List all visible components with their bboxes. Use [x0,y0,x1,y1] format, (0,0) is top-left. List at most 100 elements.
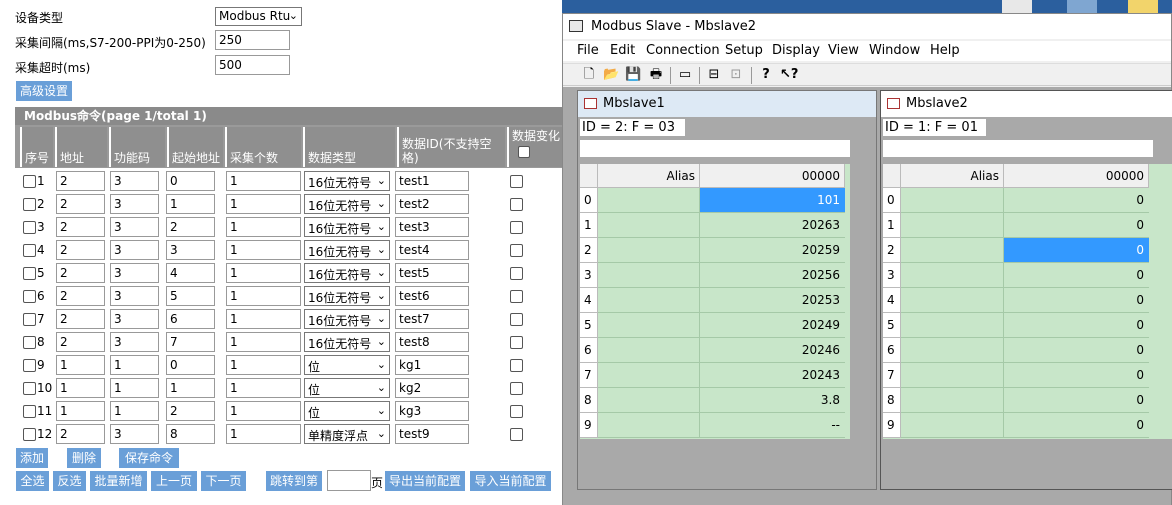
data-id-input[interactable]: test9 [395,424,469,444]
data-id-input[interactable]: test8 [395,332,469,352]
function-code-input[interactable]: 3 [110,424,159,444]
row-select-checkbox[interactable] [23,244,36,257]
address-input[interactable]: 1 [56,401,105,421]
register-value-cell[interactable]: 20246 [700,338,845,363]
select-all-button[interactable]: 全选 [16,471,49,491]
alias-cell[interactable] [598,263,700,288]
row-select-checkbox[interactable] [23,313,36,326]
data-id-input[interactable]: test2 [395,194,469,214]
register-value-cell[interactable]: 20253 [700,288,845,313]
help-icon[interactable]: ? [758,67,774,83]
data-type-select[interactable]: 16位无符号 ⌄ [304,286,390,306]
start-address-input[interactable]: 6 [166,309,215,329]
slave-window-mbslave2[interactable]: Mbslave2 ID = 1: F = 01 Alias 00000 0 0 1 0 2 0… [880,90,1172,490]
row-select-checkbox[interactable] [23,359,36,372]
menu-connection[interactable]: Connection [646,43,720,58]
data-change-checkbox[interactable] [510,175,523,188]
address-input[interactable]: 1 [56,378,105,398]
row-select-checkbox[interactable] [23,290,36,303]
save-icon[interactable]: 💾 [625,67,641,83]
slave-window-mbslave1[interactable]: Mbslave1 ID = 2: F = 03 Alias 00000 0 101 1 2… [577,90,877,490]
alias-cell[interactable] [901,338,1004,363]
count-input[interactable]: 1 [226,378,301,398]
data-type-select[interactable]: 16位无符号 ⌄ [304,309,390,329]
alias-cell[interactable] [901,213,1004,238]
count-input[interactable]: 1 [226,332,301,352]
row-select-checkbox[interactable] [23,405,36,418]
address-input[interactable]: 2 [56,424,105,444]
goto-page-button[interactable]: 跳转到第 [266,471,322,491]
data-change-checkbox[interactable] [510,290,523,303]
timeout-input[interactable]: 500 [215,55,290,75]
count-input[interactable]: 1 [226,240,301,260]
count-input[interactable]: 1 [226,309,301,329]
data-type-select[interactable]: 位 ⌄ [304,401,390,421]
function-code-input[interactable]: 3 [110,240,159,260]
row-header[interactable]: 7 [580,363,598,388]
start-address-input[interactable]: 0 [166,355,215,375]
menu-help[interactable]: Help [930,43,960,58]
row-header[interactable]: 9 [580,413,598,438]
window-titlebar[interactable]: Modbus Slave - Mbslave2 [563,14,1171,39]
row-header[interactable]: 0 [883,188,901,213]
function-code-input[interactable]: 1 [110,355,159,375]
count-input[interactable]: 1 [226,355,301,375]
menu-setup[interactable]: Setup [725,43,763,58]
alias-cell[interactable] [598,388,700,413]
alias-cell[interactable] [598,188,700,213]
import-config-button[interactable]: 导入当前配置 [470,471,551,491]
row-header[interactable]: 9 [883,413,901,438]
start-address-input[interactable]: 0 [166,171,215,191]
address-input[interactable]: 2 [56,171,105,191]
count-input[interactable]: 1 [226,194,301,214]
row-header[interactable]: 2 [883,238,901,263]
data-id-input[interactable]: test5 [395,263,469,283]
row-header[interactable]: 4 [883,288,901,313]
data-type-select[interactable]: 位 ⌄ [304,378,390,398]
count-input[interactable]: 1 [226,424,301,444]
function-code-input[interactable]: 3 [110,171,159,191]
data-type-select[interactable]: 16位无符号 ⌄ [304,240,390,260]
display-icon[interactable]: ⊟ [706,67,722,83]
data-type-select[interactable]: 位 ⌄ [304,355,390,375]
data-change-checkbox[interactable] [510,198,523,211]
address-input[interactable]: 2 [56,332,105,352]
register-value-cell[interactable]: 0 [1004,213,1149,238]
alias-cell[interactable] [901,413,1004,438]
register-value-cell[interactable]: -- [700,413,845,438]
data-change-checkbox[interactable] [510,428,523,441]
row-header[interactable]: 3 [883,263,901,288]
prev-page-button[interactable]: 上一页 [151,471,197,491]
register-value-cell[interactable]: 101 [700,188,845,213]
function-code-input[interactable]: 3 [110,194,159,214]
slave-titlebar[interactable]: Mbslave2 [881,91,1172,117]
menu-display[interactable]: Display [772,43,820,58]
delete-button[interactable]: 删除 [67,448,101,468]
alias-cell[interactable] [598,238,700,263]
function-code-input[interactable]: 3 [110,286,159,306]
address-input[interactable]: 2 [56,240,105,260]
row-header[interactable]: 1 [580,213,598,238]
register-value-cell[interactable]: 0 [1004,263,1149,288]
row-header[interactable]: 6 [580,338,598,363]
start-address-input[interactable]: 1 [166,194,215,214]
address-input[interactable]: 2 [56,309,105,329]
row-select-checkbox[interactable] [23,198,36,211]
register-value-cell[interactable]: 0 [1004,313,1149,338]
start-address-input[interactable]: 7 [166,332,215,352]
menu-window[interactable]: Window [869,43,920,58]
address-input[interactable]: 2 [56,194,105,214]
interval-input[interactable]: 250 [215,30,290,50]
alias-cell[interactable] [901,263,1004,288]
function-code-input[interactable]: 1 [110,401,159,421]
register-value-cell[interactable]: 20263 [700,213,845,238]
data-id-input[interactable]: kg1 [395,355,469,375]
alias-cell[interactable] [598,213,700,238]
alias-cell[interactable] [598,363,700,388]
row-header[interactable]: 2 [580,238,598,263]
alias-cell[interactable] [598,338,700,363]
row-header[interactable]: 7 [883,363,901,388]
register-value-cell[interactable]: 20259 [700,238,845,263]
start-address-input[interactable]: 5 [166,286,215,306]
function-code-input[interactable]: 3 [110,217,159,237]
